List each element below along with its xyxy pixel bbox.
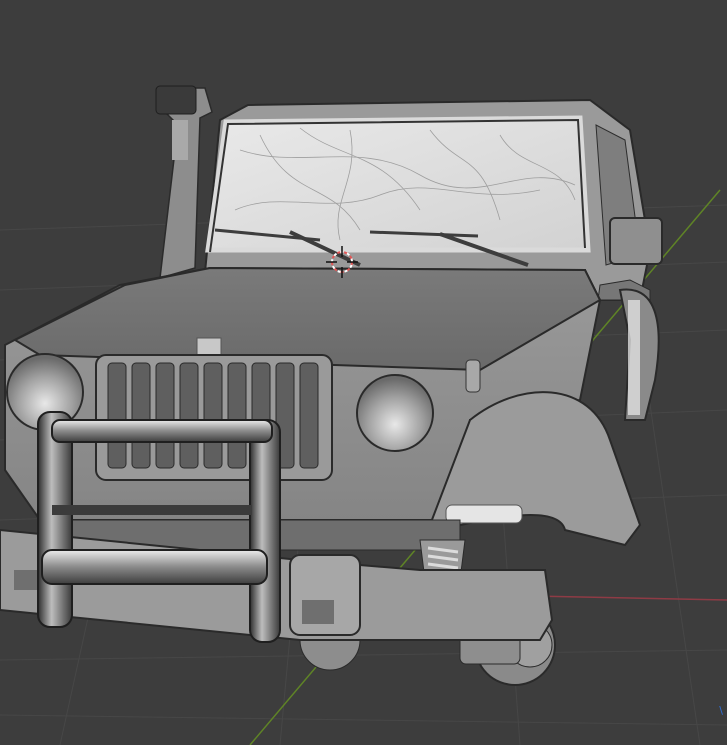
viewport-canvas[interactable] bbox=[0, 0, 727, 745]
snorkel bbox=[155, 85, 213, 280]
3d-viewport[interactable]: \ bbox=[0, 0, 727, 745]
headlight-right bbox=[356, 374, 434, 452]
corner-axis-label: \ bbox=[719, 704, 723, 717]
